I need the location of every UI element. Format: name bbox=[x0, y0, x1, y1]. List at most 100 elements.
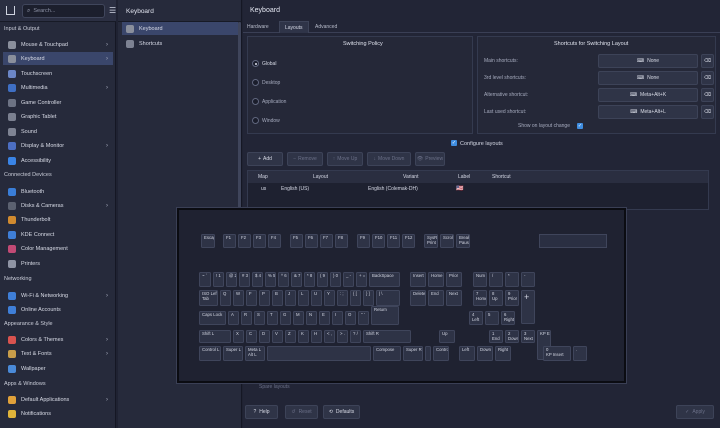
key: / bbox=[489, 272, 503, 287]
clear-shortcut-button[interactable]: ⌫ bbox=[701, 88, 714, 102]
sidebar-item-label: Notifications bbox=[21, 410, 51, 417]
sidebar-item-text-fonts[interactable]: Text & Fonts › bbox=[3, 347, 113, 360]
clear-icon: ⌫ bbox=[703, 75, 712, 81]
sidebar-item-thunderbolt[interactable]: Thunderbolt bbox=[3, 213, 113, 226]
move-down-button[interactable]: ↓ Move Down bbox=[367, 152, 411, 166]
move-up-button[interactable]: ↑ Move Up bbox=[327, 152, 363, 166]
preview-button[interactable]: 👁 Preview bbox=[415, 152, 445, 166]
subpane-item-keyboard[interactable]: Keyboard bbox=[122, 22, 238, 35]
defaults-button[interactable]: ⟲ Defaults bbox=[323, 405, 360, 419]
hamburger-menu-icon[interactable]: ☰ bbox=[109, 6, 116, 15]
search-input[interactable]: ⌕ Search... bbox=[22, 4, 105, 18]
shortcut-button[interactable]: ⌨ Meta+Alt+K bbox=[598, 88, 698, 102]
sidebar-item-touchscreen[interactable]: Touchscreen bbox=[3, 67, 113, 80]
key: 1 End bbox=[489, 330, 503, 343]
keyboard-shortcut-icon: ⌨ bbox=[630, 109, 638, 115]
sidebar-item-bluetooth[interactable]: Bluetooth bbox=[3, 185, 113, 198]
sidebar-item-mouse-touchpad[interactable]: Mouse & Touchpad › bbox=[3, 38, 113, 51]
sidebar-item-graphic-tablet[interactable]: Graphic Tablet bbox=[3, 110, 113, 123]
sidebar-item-label: Mouse & Touchpad bbox=[21, 41, 68, 48]
preview-icon: 👁 bbox=[416, 156, 424, 162]
sidebar-item-notifications[interactable]: Notifications bbox=[3, 407, 113, 420]
shortcut-label: Main shortcuts: bbox=[484, 58, 518, 64]
sidebar-item-disks-cameras[interactable]: Disks & Cameras › bbox=[3, 199, 113, 212]
osd-label: Show on layout change bbox=[518, 123, 570, 129]
radio-application[interactable] bbox=[252, 98, 259, 105]
subpane-item-shortcuts[interactable]: Shortcuts bbox=[122, 37, 238, 50]
category-icon bbox=[8, 127, 16, 136]
home-icon[interactable] bbox=[6, 6, 15, 15]
key: F10 bbox=[372, 234, 385, 248]
sidebar-item-colors-themes[interactable]: Colors & Themes › bbox=[3, 333, 113, 346]
tab-advanced[interactable]: Advanced bbox=[315, 24, 337, 30]
reset-button[interactable]: ↺ Reset bbox=[285, 405, 318, 419]
shortcut-value: Meta+Alt+L bbox=[640, 109, 666, 115]
category-icon bbox=[8, 409, 16, 418]
key: 4 Left bbox=[469, 311, 483, 325]
clear-shortcut-button[interactable]: ⌫ bbox=[701, 71, 714, 85]
tab-hardware[interactable]: Hardware bbox=[247, 24, 269, 30]
key: 5 bbox=[485, 311, 499, 325]
tab-layouts[interactable]: Layouts bbox=[279, 21, 309, 33]
chevron-right-icon: › bbox=[106, 41, 108, 48]
key: Next bbox=[446, 290, 462, 306]
key: F12 bbox=[402, 234, 415, 248]
key: @ 2 bbox=[226, 272, 237, 287]
search-placeholder: Search... bbox=[33, 8, 56, 14]
sidebar-item-label: Accessibility bbox=[21, 157, 51, 164]
configure-layouts-checkbox[interactable]: ✓ bbox=[451, 140, 457, 146]
radio-desktop[interactable] bbox=[252, 79, 259, 86]
keyboard-shortcut-icon: ⌨ bbox=[636, 75, 645, 81]
key: % 5 bbox=[265, 272, 276, 287]
sidebar-item-wallpaper[interactable]: Wallpaper bbox=[3, 362, 113, 375]
sidebar-item-default-applications[interactable]: Default Applications › bbox=[3, 393, 113, 406]
sidebar-item-wi-fi-networking[interactable]: Wi-Fi & Networking › bbox=[3, 289, 113, 302]
key: P bbox=[259, 290, 270, 306]
key: M bbox=[293, 311, 304, 325]
scrollbar[interactable] bbox=[238, 22, 241, 232]
led-indicator-panel bbox=[539, 234, 607, 248]
category-icon bbox=[8, 112, 16, 121]
layout-toolbar: + Add − Remove ↑ Move Up ↓ Move Down 👁 Preview bbox=[247, 152, 714, 168]
clear-shortcut-button[interactable]: ⌫ bbox=[701, 54, 714, 68]
sidebar-section-title: Input & Output bbox=[4, 26, 40, 32]
key: # 3 bbox=[239, 272, 250, 287]
clear-shortcut-button[interactable]: ⌫ bbox=[701, 105, 714, 119]
radio-global[interactable] bbox=[252, 60, 259, 67]
key: Delete bbox=[410, 290, 426, 306]
add-button[interactable]: + Add bbox=[247, 152, 283, 166]
help-button[interactable]: ? Help bbox=[245, 405, 278, 419]
apply-button[interactable]: ✓ Apply bbox=[676, 405, 714, 419]
key: Down bbox=[477, 346, 493, 361]
shortcut-button[interactable]: ⌨ None bbox=[598, 71, 698, 85]
key: * bbox=[505, 272, 519, 287]
key: 8 Up bbox=[489, 290, 503, 306]
table-row[interactable]: us English (US) English (Colemak-DH) 🇺🇸 bbox=[248, 184, 708, 195]
spare-layouts-label: Spare layouts bbox=[259, 384, 290, 390]
sidebar-item-printers[interactable]: Printers bbox=[3, 257, 113, 270]
sidebar-item-display-monitor[interactable]: Display & Monitor › bbox=[3, 139, 113, 152]
shortcut-button[interactable]: ⌨ None bbox=[598, 54, 698, 68]
sidebar-item-color-management[interactable]: Color Management bbox=[3, 242, 113, 255]
sidebar-item-accessibility[interactable]: Accessibility bbox=[3, 154, 113, 167]
sidebar-item-label: Online Accounts bbox=[21, 306, 61, 313]
sidebar-item-multimedia[interactable]: Multimedia › bbox=[3, 81, 113, 94]
sidebar-item-sound[interactable]: Sound bbox=[3, 125, 113, 138]
key: Control bbox=[433, 346, 449, 361]
sidebar-item-kde-connect[interactable]: KDE Connect bbox=[3, 228, 113, 241]
shortcut-button[interactable]: ⌨ Meta+Alt+L bbox=[598, 105, 698, 119]
radio-window[interactable] bbox=[252, 117, 259, 124]
category-icon bbox=[8, 395, 16, 404]
sidebar-item-keyboard[interactable]: Keyboard › bbox=[3, 52, 113, 65]
key: } ] bbox=[363, 290, 374, 306]
remove-button[interactable]: − Remove bbox=[287, 152, 323, 166]
shortcuts-group: Shortcuts for Switching Layout Main shor… bbox=[477, 36, 716, 134]
sidebar-item-label: Bluetooth bbox=[21, 188, 45, 195]
key: Home bbox=[428, 272, 444, 287]
reset-icon: ↺ bbox=[291, 409, 296, 415]
radio-global-label: Global bbox=[262, 61, 277, 67]
osd-checkbox[interactable]: ✓ bbox=[577, 123, 583, 129]
sidebar-item-online-accounts[interactable]: Online Accounts bbox=[3, 303, 113, 316]
key: . bbox=[573, 346, 587, 361]
sidebar-item-game-controller[interactable]: Game Controller bbox=[3, 96, 113, 109]
